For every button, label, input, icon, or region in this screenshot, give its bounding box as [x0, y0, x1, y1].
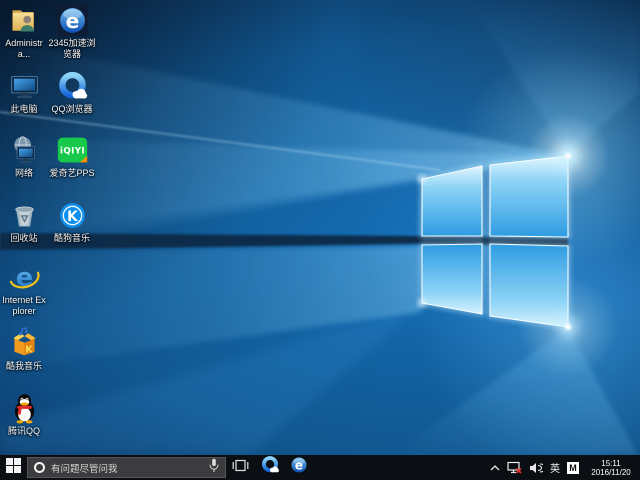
- task-view-button[interactable]: [226, 455, 255, 480]
- desktop-icon-this-pc[interactable]: 此电脑: [0, 70, 48, 115]
- desktop-icon-kuwo-music[interactable]: K 酷我音乐: [0, 327, 48, 372]
- 2345-browser-icon: e: [290, 456, 308, 479]
- ime-mode-badge[interactable]: M: [567, 462, 579, 474]
- windows-logo-graphic: [0, 0, 640, 455]
- microphone-icon[interactable]: [209, 458, 219, 478]
- recycle-bin-icon: [8, 199, 41, 232]
- desktop-icon-label: 爱奇艺PPS: [48, 168, 96, 179]
- desktop-icon-label: 酷狗音乐: [48, 233, 96, 244]
- computer-monitor-icon: [8, 70, 41, 103]
- desktop-icon-kugou-music[interactable]: K 酷狗音乐: [48, 199, 96, 244]
- desktop-icon-label: 回收站: [0, 233, 48, 244]
- system-tray: 英 M 15:11 2016/11/20: [490, 459, 640, 477]
- desktop-icon-label: QQ浏览器: [48, 104, 96, 115]
- user-folder-icon: [8, 4, 41, 37]
- taskbar: 有问题尽管问我: [0, 455, 640, 480]
- task-view-icon: [232, 459, 249, 477]
- desktop-icon-label: 2345加速浏览器: [48, 38, 96, 59]
- svg-text:K: K: [25, 345, 34, 356]
- desktop-icon-tencent-qq[interactable]: 腾讯QQ: [0, 392, 48, 437]
- start-button[interactable]: [0, 455, 27, 480]
- desktop-icon-label: 酷我音乐: [0, 361, 48, 372]
- network-disconnected-icon[interactable]: [507, 461, 522, 474]
- windows-desktop: Administra... 此电脑: [0, 0, 640, 480]
- desktop-icon-label: Internet Explorer: [0, 295, 48, 316]
- svg-text:e: e: [294, 459, 302, 473]
- cortana-icon: [34, 462, 45, 473]
- taskbar-search-input[interactable]: 有问题尽管问我: [27, 457, 226, 478]
- iqiyi-icon: iQIYI: [56, 134, 89, 167]
- desktop-icon-recycle-bin[interactable]: 回收站: [0, 199, 48, 244]
- svg-text:e: e: [65, 9, 79, 33]
- desktop-icon-qq-browser[interactable]: QQ浏览器: [48, 70, 96, 115]
- qq-penguin-icon: [8, 392, 41, 425]
- 2345-browser-icon: e: [56, 4, 89, 37]
- volume-icon[interactable]: [529, 462, 543, 474]
- desktop-icon-iqiyi-pps[interactable]: iQIYI 爱奇艺PPS: [48, 134, 96, 179]
- clock-date: 2016/11/20: [586, 468, 636, 477]
- clock-time: 15:11: [586, 459, 636, 468]
- desktop-icon-label: Administra...: [0, 38, 48, 59]
- taskbar-2345-browser-button[interactable]: e: [284, 455, 313, 480]
- kugou-music-icon: K: [56, 199, 89, 232]
- show-hidden-icons-chevron-icon[interactable]: [490, 464, 500, 472]
- svg-text:iQIYI: iQIYI: [60, 147, 85, 157]
- desktop-icon-administrator[interactable]: Administra...: [0, 4, 48, 59]
- taskbar-clock[interactable]: 15:11 2016/11/20: [586, 459, 636, 477]
- desktop-icon-internet-explorer[interactable]: e Internet Explorer: [0, 261, 48, 316]
- search-placeholder: 有问题尽管问我: [51, 461, 203, 475]
- qq-browser-icon: [56, 70, 89, 103]
- desktop-icon-label: 网络: [0, 168, 48, 179]
- network-globe-icon: [8, 134, 41, 167]
- qq-browser-icon: [260, 455, 280, 480]
- desktop-wallpaper: [0, 0, 640, 455]
- desktop-icon-network[interactable]: 网络: [0, 134, 48, 179]
- desktop-icon-label: 腾讯QQ: [0, 426, 48, 437]
- taskbar-qq-browser-button[interactable]: [255, 455, 284, 480]
- ime-language-indicator[interactable]: 英: [550, 460, 560, 475]
- windows-logo-icon: [6, 458, 21, 478]
- kuwo-music-box-icon: K: [8, 327, 41, 360]
- desktop-icon-label: 此电脑: [0, 104, 48, 115]
- internet-explorer-icon: e: [8, 261, 41, 294]
- desktop-icon-2345-browser[interactable]: e 2345加速浏览器: [48, 4, 96, 59]
- svg-text:K: K: [67, 209, 79, 225]
